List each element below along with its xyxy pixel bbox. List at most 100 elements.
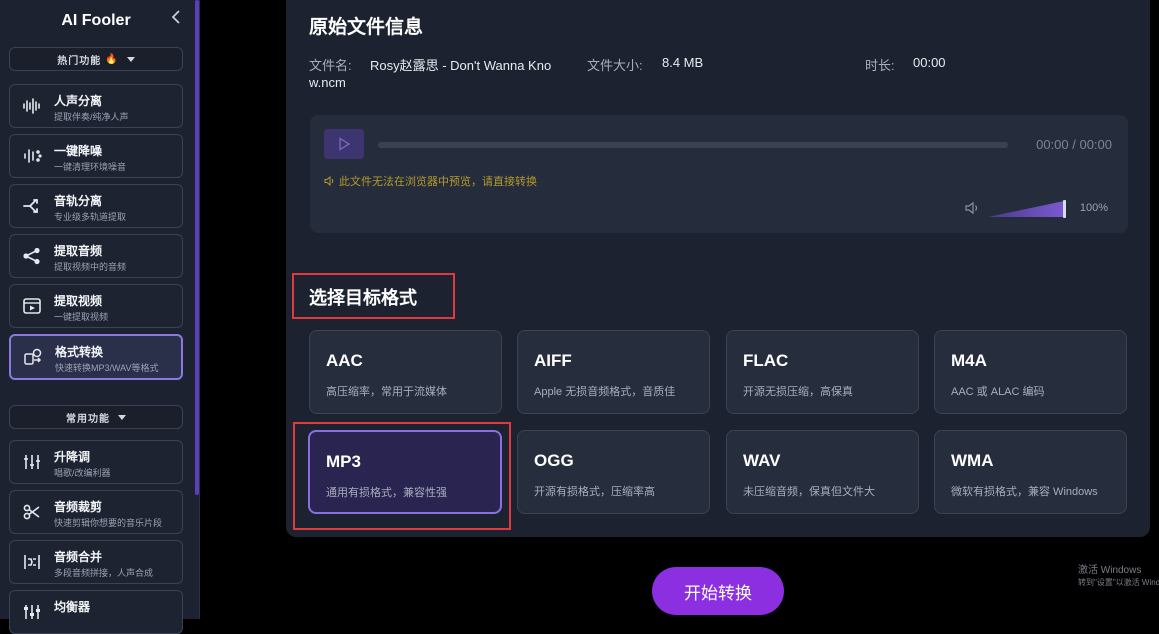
sidebar-item-title: 音频合并 — [54, 550, 103, 564]
format-option-m4a[interactable]: M4A AAC 或 ALAC 编码 — [934, 330, 1127, 414]
merge-icon — [22, 552, 42, 572]
sidebar-item-audio-trim[interactable]: 音频裁剪 快速剪辑你想要的音乐片段 — [9, 490, 183, 534]
sidebar-item-title: 音频裁剪 — [54, 500, 103, 514]
share-icon — [22, 246, 42, 266]
caret-down-icon — [126, 56, 135, 62]
duration-value: 00:00 — [913, 55, 946, 70]
sidebar-item-subtitle: 多段音频拼接，人声合成 — [54, 568, 154, 578]
windows-activation-watermark: 激活 Windows 转到"设置"以激活 Windows — [1078, 565, 1159, 589]
sidebar-item-subtitle: 提取伴奏/纯净人声 — [54, 112, 129, 122]
volume-icon[interactable] — [965, 201, 981, 215]
sidebar-item-title: 一键降噪 — [54, 144, 103, 158]
volume-slider[interactable] — [988, 199, 1068, 219]
format-desc: Apple 无损音频格式，音质佳 — [534, 386, 676, 398]
file-info-heading: 原始文件信息 — [309, 17, 424, 38]
split-icon — [22, 196, 42, 216]
format-option-aac[interactable]: AAC 高压缩率，常用于流媒体 — [309, 330, 502, 414]
format-name: AIFF — [534, 351, 572, 370]
brand: AI Fooler — [0, 10, 192, 32]
sidebar-item-title: 格式转换 — [55, 345, 104, 359]
hot-features-dropdown[interactable]: 热门功能 🔥 — [9, 47, 183, 71]
hot-features-label: 热门功能 — [57, 55, 102, 67]
common-features-dropdown[interactable]: 常用功能 — [9, 405, 183, 429]
file-size-value: 8.4 MB — [662, 55, 704, 70]
format-option-ogg[interactable]: OGG 开源有损格式，压缩率高 — [517, 430, 710, 514]
time-display: 00:00 / 00:00 — [1036, 137, 1112, 152]
progress-bar[interactable] — [378, 142, 1008, 148]
sidebar-item-subtitle: 唱歌/改编利器 — [54, 468, 111, 478]
sidebar-item-subtitle: 一键提取视频 — [54, 312, 109, 322]
format-desc: AAC 或 ALAC 编码 — [951, 386, 1045, 398]
duration-label: 时长: — [865, 58, 895, 73]
sidebar-item-extract-video[interactable]: 提取视频 一键提取视频 — [9, 284, 183, 328]
file-name-value: Rosy赵露思 - Don't Wanna Kno — [370, 58, 552, 73]
sidebar-item-subtitle: 快速转换MP3/WAV等格式 — [55, 363, 159, 373]
sidebar-item-subtitle: 专业级多轨道提取 — [54, 212, 127, 222]
volume-percent: 100% — [1079, 202, 1108, 214]
format-option-mp3[interactable]: MP3 通用有损格式，兼容性强 — [308, 430, 502, 514]
sidebar-item-title: 提取音频 — [54, 244, 103, 258]
format-desc: 未压缩音频，保真但文件大 — [743, 486, 875, 498]
video-icon — [22, 296, 42, 316]
watermark-line1: 激活 Windows — [1078, 565, 1142, 576]
format-desc: 高压缩率，常用于流媒体 — [326, 386, 447, 398]
preview-warning-text: 此文件无法在浏览器中预览，请直接转换 — [339, 176, 537, 188]
format-desc: 微软有损格式，兼容 Windows — [951, 486, 1098, 498]
sidebar-item-title: 人声分离 — [54, 94, 103, 108]
sidebar: AI Fooler 热门功能 🔥 人声分离 提取伴奏/纯净人声 一键降噪 一键清… — [0, 0, 200, 634]
collapse-sidebar-button[interactable] — [167, 10, 185, 30]
sidebar-item-title: 均衡器 — [54, 600, 91, 614]
noise-reduce-icon — [22, 146, 42, 166]
sidebar-item-track-separation[interactable]: 音轨分离 专业级多轨道提取 — [9, 184, 183, 228]
format-name: OGG — [534, 451, 574, 470]
play-icon — [339, 137, 351, 151]
common-features-label: 常用功能 — [66, 413, 110, 425]
format-heading: 选择目标格式 — [309, 288, 417, 308]
format-name: WMA — [951, 451, 994, 470]
start-conversion-button[interactable]: 开始转换 — [652, 567, 784, 615]
scissors-icon — [22, 502, 42, 522]
preview-warning: 此文件无法在浏览器中预览，请直接转换 — [324, 173, 537, 189]
caret-down-icon — [118, 414, 126, 420]
convert-icon — [23, 347, 43, 367]
format-name: AAC — [326, 351, 363, 370]
equalizer-icon — [22, 602, 42, 622]
format-name: M4A — [951, 351, 987, 370]
watermark-line2: 转到"设置"以激活 Windows — [1078, 578, 1159, 587]
sidebar-item-format-conversion[interactable]: 格式转换 快速转换MP3/WAV等格式 — [9, 334, 183, 380]
sidebar-item-title: 提取视频 — [54, 294, 103, 308]
sidebar-item-subtitle: 提取视频中的音频 — [54, 262, 127, 272]
sidebar-item-subtitle: 一键清理环境噪音 — [54, 162, 127, 172]
app-title: AI Fooler — [61, 12, 131, 29]
sidebar-item-audio-merge[interactable]: 音频合并 多段音频拼接，人声合成 — [9, 540, 183, 584]
waveform-icon — [22, 96, 42, 116]
sidebar-item-extract-audio[interactable]: 提取音频 提取视频中的音频 — [9, 234, 183, 278]
file-name-value-cont: w.ncm — [309, 75, 346, 90]
sidebar-item-subtitle: 快速剪辑你想要的音乐片段 — [54, 518, 163, 528]
format-name: FLAC — [743, 351, 789, 370]
format-desc: 通用有损格式，兼容性强 — [326, 487, 447, 499]
file-name-label: 文件名: — [309, 58, 352, 73]
audio-player: 00:00 / 00:00 此文件无法在浏览器中预览，请直接转换 100% — [310, 115, 1128, 233]
format-desc: 开源有损格式，压缩率高 — [534, 486, 655, 498]
speaker-icon — [324, 176, 334, 186]
play-button[interactable] — [324, 129, 364, 159]
format-option-wav[interactable]: WAV 未压缩音频，保真但文件大 — [726, 430, 919, 514]
format-option-aiff[interactable]: AIFF Apple 无损音频格式，音质佳 — [517, 330, 710, 414]
chevron-left-icon — [171, 10, 180, 24]
format-option-wma[interactable]: WMA 微软有损格式，兼容 Windows — [934, 430, 1127, 514]
pitch-icon — [22, 452, 42, 472]
fire-icon: 🔥 — [105, 53, 119, 65]
sidebar-item-pitch[interactable]: 升降调 唱歌/改编利器 — [9, 440, 183, 484]
sidebar-item-noise-reduction[interactable]: 一键降噪 一键清理环境噪音 — [9, 134, 183, 178]
format-name: WAV — [743, 451, 781, 470]
sidebar-item-equalizer[interactable]: 均衡器 — [9, 590, 183, 634]
file-size-label: 文件大小: — [587, 58, 643, 73]
format-name: MP3 — [326, 452, 361, 471]
sidebar-item-title: 音轨分离 — [54, 194, 103, 208]
format-option-flac[interactable]: FLAC 开源无损压缩，高保真 — [726, 330, 919, 414]
format-desc: 开源无损压缩，高保真 — [743, 386, 853, 398]
sidebar-scrollbar[interactable] — [195, 0, 199, 495]
sidebar-item-vocal-separation[interactable]: 人声分离 提取伴奏/纯净人声 — [9, 84, 183, 128]
sidebar-item-title: 升降调 — [54, 450, 91, 464]
